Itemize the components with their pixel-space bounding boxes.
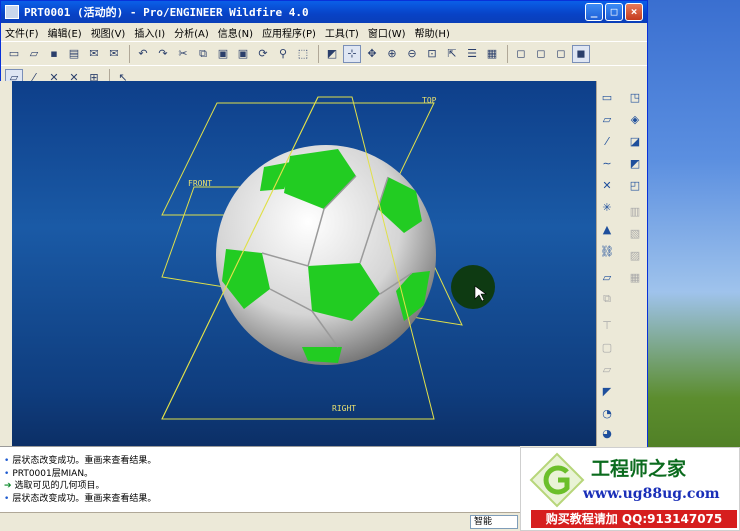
wireframe-icon[interactable]: ◻ xyxy=(512,45,530,63)
plane-label-right: RIGHT xyxy=(332,404,357,413)
hole-tool-icon[interactable]: ◳ xyxy=(627,89,643,105)
cursor-highlight xyxy=(451,265,495,309)
no-hidden-icon[interactable]: ◻ xyxy=(552,45,570,63)
menu-analysis[interactable]: 分析(A) xyxy=(174,25,209,40)
sweep-tool-icon[interactable]: ◕ xyxy=(599,425,615,441)
arrow-icon: ➔ xyxy=(4,481,12,491)
menu-info[interactable]: 信息(N) xyxy=(218,25,253,40)
curve-tool-icon[interactable]: ∼ xyxy=(599,155,615,171)
repaint-icon[interactable]: ◩ xyxy=(323,45,341,63)
title-bar: PRT0001 (活动的) - Pro/ENGINEER Wildfire 4.… xyxy=(1,1,647,23)
undo-icon[interactable]: ↶ xyxy=(134,45,152,63)
sketch-plane-icon[interactable]: ▱ xyxy=(599,269,615,285)
menu-tools[interactable]: 工具(T) xyxy=(325,25,359,40)
sketch-tool-icon[interactable]: ▱ xyxy=(599,111,615,127)
copy-tool-icon: ⧉ xyxy=(603,292,611,305)
offset-tool-icon: ▢ xyxy=(601,340,613,354)
spin-center-icon[interactable]: ⊹ xyxy=(343,44,361,63)
pattern-tool-icon: ▦ xyxy=(629,270,641,284)
find-icon[interactable]: ⚲ xyxy=(274,45,292,63)
round-tool-icon[interactable]: ◰ xyxy=(627,177,643,193)
zoom-in-icon[interactable]: ⊕ xyxy=(383,45,401,63)
message-line: • 层状态改变成功。重画来查看结果。 xyxy=(4,493,157,504)
ad-title: 工程师之家 xyxy=(591,458,687,480)
redo-icon[interactable]: ↷ xyxy=(154,45,172,63)
save-icon[interactable]: ▪ xyxy=(45,45,63,63)
plane-label-top: TOP xyxy=(422,96,437,105)
message-line: • 层状态改变成功。重画来查看结果。 xyxy=(4,456,157,466)
main-toolbar: ▭ ▱ ▪ ▤ ✉ ✉ ↶ ↷ ✂ ⧉ ▣ ▣ ⟳ ⚲ ⬚ ◩ ⊹ ✥ ⊕ ⊖ … xyxy=(1,41,647,65)
message-line: ➔ 选取可见的几何项目。 xyxy=(4,481,105,491)
ad-url: www.ug88ug.com xyxy=(583,486,720,502)
maximize-button[interactable]: □ xyxy=(605,3,623,21)
revolve-tool-icon[interactable]: ◔ xyxy=(599,405,615,421)
ad-banner: 购买教程请加 QQ:913147075 xyxy=(531,510,737,528)
hidden-line-icon[interactable]: ◻ xyxy=(532,45,550,63)
regenerate-icon[interactable]: ⟳ xyxy=(254,45,272,63)
open-icon[interactable]: ▱ xyxy=(25,45,43,63)
model-canvas xyxy=(161,96,495,420)
toolbar-separator xyxy=(318,44,319,63)
shell-tool-icon[interactable]: ◈ xyxy=(627,111,643,127)
menu-file[interactable]: 文件(F) xyxy=(5,25,39,40)
extrude-tool-icon[interactable]: ◤ xyxy=(599,383,615,399)
trim-tool-icon: ⊤ xyxy=(602,318,612,332)
saved-views-icon[interactable]: ☰ xyxy=(463,45,481,63)
refit-icon[interactable]: ⊡ xyxy=(423,45,441,63)
status-bar: 智能 xyxy=(0,512,520,531)
plane-label-front: FRONT xyxy=(188,179,213,188)
select-box-icon[interactable]: ⬚ xyxy=(294,45,312,63)
paste-special-icon[interactable]: ▣ xyxy=(234,45,252,63)
print-icon[interactable]: ▤ xyxy=(65,45,83,63)
menu-window[interactable]: 窗口(W) xyxy=(368,25,406,40)
menu-view[interactable]: 视图(V) xyxy=(91,25,126,40)
bullet-icon: • xyxy=(4,493,10,504)
feature-toolbar: ▭ ▱ ⁄ ∼ ✕ ✳ ▲ ⛓ ▱ ⧉ ⊤ ▢ ▱ ◤ ◔ ◕ ◳ ◈ ◪ ◩ … xyxy=(596,81,646,446)
toolbar-separator xyxy=(129,44,130,63)
datum-point-tool-icon[interactable]: ✕ xyxy=(599,177,615,193)
datum-plane-tool-icon[interactable]: ▭ xyxy=(599,89,615,105)
intersect-tool-icon: ▨ xyxy=(629,248,641,262)
ball-panel xyxy=(302,347,342,363)
toolbar-separator xyxy=(507,44,508,63)
analysis-tool-icon[interactable]: ▲ xyxy=(599,221,615,237)
zoom-out-icon[interactable]: ⊖ xyxy=(403,45,421,63)
draft-tool-icon[interactable]: ◩ xyxy=(627,155,643,171)
merge-tool-icon: ▧ xyxy=(629,226,641,240)
copy-icon[interactable]: ⧉ xyxy=(194,45,212,63)
graphics-window[interactable]: TOP FRONT RIGHT xyxy=(12,81,596,446)
layers-icon[interactable]: ▦ xyxy=(483,45,501,63)
menu-insert[interactable]: 插入(I) xyxy=(134,25,165,40)
minimize-button[interactable]: _ xyxy=(585,3,603,21)
shading-icon[interactable]: ◼ xyxy=(572,44,590,63)
chain-tool-icon[interactable]: ⛓ xyxy=(599,243,615,259)
g-logo-icon xyxy=(529,452,585,508)
rib-tool-icon[interactable]: ◪ xyxy=(627,133,643,149)
menu-bar: 文件(F) 编辑(E) 视图(V) 插入(I) 分析(A) 信息(N) 应用程序… xyxy=(1,23,647,41)
menu-applications[interactable]: 应用程序(P) xyxy=(262,25,316,40)
new-icon[interactable]: ▭ xyxy=(5,45,23,63)
email-icon[interactable]: ✉ xyxy=(85,45,103,63)
reorient-icon[interactable]: ⇱ xyxy=(443,45,461,63)
datum-axis-tool-icon[interactable]: ⁄ xyxy=(599,133,615,149)
mirror-tool-icon: ▥ xyxy=(629,204,641,218)
selection-filter[interactable]: 智能 xyxy=(470,515,518,529)
watermark-ad: 工程师之家 www.ug88ug.com 购买教程请加 QQ:913147075 xyxy=(520,447,740,531)
menu-help[interactable]: 帮助(H) xyxy=(415,25,450,40)
orient-icon[interactable]: ✥ xyxy=(363,45,381,63)
app-icon xyxy=(5,5,19,19)
thicken-tool-icon: ▱ xyxy=(602,362,612,376)
close-button[interactable]: × xyxy=(625,3,643,21)
bullet-icon: • xyxy=(4,468,10,479)
coord-sys-tool-icon[interactable]: ✳ xyxy=(599,199,615,215)
left-splitter[interactable] xyxy=(0,81,12,446)
message-area: • 层状态改变成功。重画来查看结果。 • PRT0001层MIAN。 ➔ 选取可见的几… xyxy=(0,446,520,512)
message-line: • PRT0001层MIAN。 xyxy=(4,468,94,479)
bullet-icon: • xyxy=(4,456,10,466)
window-title: PRT0001 (活动的) - Pro/ENGINEER Wildfire 4.… xyxy=(24,6,309,19)
paste-icon[interactable]: ▣ xyxy=(214,45,232,63)
menu-edit[interactable]: 编辑(E) xyxy=(48,25,82,40)
email-link-icon[interactable]: ✉ xyxy=(105,45,123,63)
cut-icon[interactable]: ✂ xyxy=(174,45,192,63)
